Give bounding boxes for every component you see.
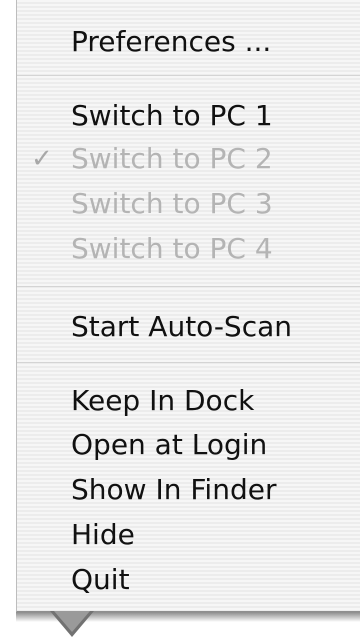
menu-pointer-arrow-inner [54, 611, 90, 632]
menu-separator [17, 75, 360, 76]
menu-separator [17, 286, 360, 287]
menu-item-show-in-finder[interactable]: Show In Finder [71, 470, 276, 510]
menu-item-quit[interactable]: Quit [71, 560, 130, 600]
menu-item-open-at-login[interactable]: Open at Login [71, 425, 267, 465]
menu-item-switch-pc2: Switch to PC 2 [71, 142, 273, 175]
menu-separator [17, 362, 360, 363]
menu-item-switch-pc1[interactable]: Switch to PC 1 [71, 96, 273, 136]
menu-item-hide[interactable]: Hide [71, 515, 135, 555]
menu-item-start-auto-scan[interactable]: Start Auto-Scan [71, 307, 292, 347]
menu-item-keep-in-dock[interactable]: Keep In Dock [71, 381, 254, 421]
menu-item-switch-pc4: Switch to PC 4 [71, 232, 273, 265]
dock-context-menu: Preferences ... Switch to PC 1 ✓ Switch … [16, 0, 360, 612]
checkmark-icon: ✓ [31, 144, 53, 174]
menu-item-preferences[interactable]: Preferences ... [71, 22, 271, 62]
menu-item-switch-pc3: Switch to PC 3 [71, 187, 273, 220]
